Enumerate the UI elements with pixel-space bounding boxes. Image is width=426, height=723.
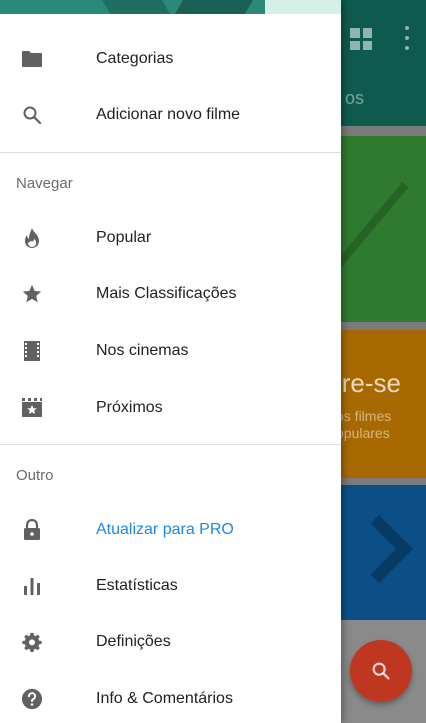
search-icon <box>370 660 392 682</box>
drawer-item-label: Próximos <box>96 399 163 416</box>
drawer-item-info-feedback[interactable]: Info & Comentários <box>0 671 341 723</box>
drawer-header-image <box>0 0 341 14</box>
more-options-icon[interactable] <box>404 26 410 50</box>
drawer-item-label: Nos cinemas <box>96 342 189 359</box>
gear-icon <box>20 630 44 654</box>
lock-icon <box>20 518 44 542</box>
film-icon <box>20 339 44 363</box>
star-icon <box>20 282 44 306</box>
search-fab[interactable] <box>350 640 412 702</box>
drawer-item-label: Categorias <box>96 50 174 67</box>
background-tab-label: os <box>345 88 365 108</box>
drawer-item-label: Estatísticas <box>96 577 178 594</box>
drawer-divider <box>0 444 341 445</box>
drawer-item-label: Info & Comentários <box>96 690 233 707</box>
search-icon <box>20 103 44 127</box>
clapperboard-icon <box>20 396 44 420</box>
fire-icon <box>20 226 44 250</box>
drawer-divider <box>0 152 341 153</box>
background-card-title: ire-se <box>336 368 402 398</box>
background-card-subtitle: os filmes opulares <box>336 408 392 441</box>
grid-view-icon[interactable] <box>350 28 372 50</box>
drawer-item-upcoming[interactable]: Próximos <box>0 380 341 436</box>
navigation-drawer: Categorias Adicionar novo filme Navegar … <box>0 0 341 723</box>
drawer-item-label: Popular <box>96 229 152 246</box>
drawer-item-label: Atualizar para PRO <box>96 521 234 538</box>
drawer-item-categories[interactable]: Categorias <box>0 31 341 87</box>
drawer-item-in-theaters[interactable]: Nos cinemas <box>0 323 341 379</box>
help-icon <box>20 687 44 711</box>
drawer-item-upgrade-pro[interactable]: Atualizar para PRO <box>0 502 341 558</box>
drawer-item-label: Mais Classificações <box>96 285 237 302</box>
drawer-item-popular[interactable]: Popular <box>0 210 341 266</box>
folder-icon <box>20 47 44 71</box>
other-section-header: Outro <box>16 467 54 484</box>
drawer-item-add-movie[interactable]: Adicionar novo filme <box>0 87 341 143</box>
drawer-item-statistics[interactable]: Estatísticas <box>0 558 341 614</box>
drawer-item-top-rated[interactable]: Mais Classificações <box>0 266 341 322</box>
drawer-item-label: Adicionar novo filme <box>96 106 241 123</box>
drawer-item-settings[interactable]: Definições <box>0 614 341 670</box>
drawer-item-label: Definições <box>96 633 171 650</box>
navigate-section-header: Navegar <box>16 175 73 192</box>
bar-chart-icon <box>20 574 44 598</box>
